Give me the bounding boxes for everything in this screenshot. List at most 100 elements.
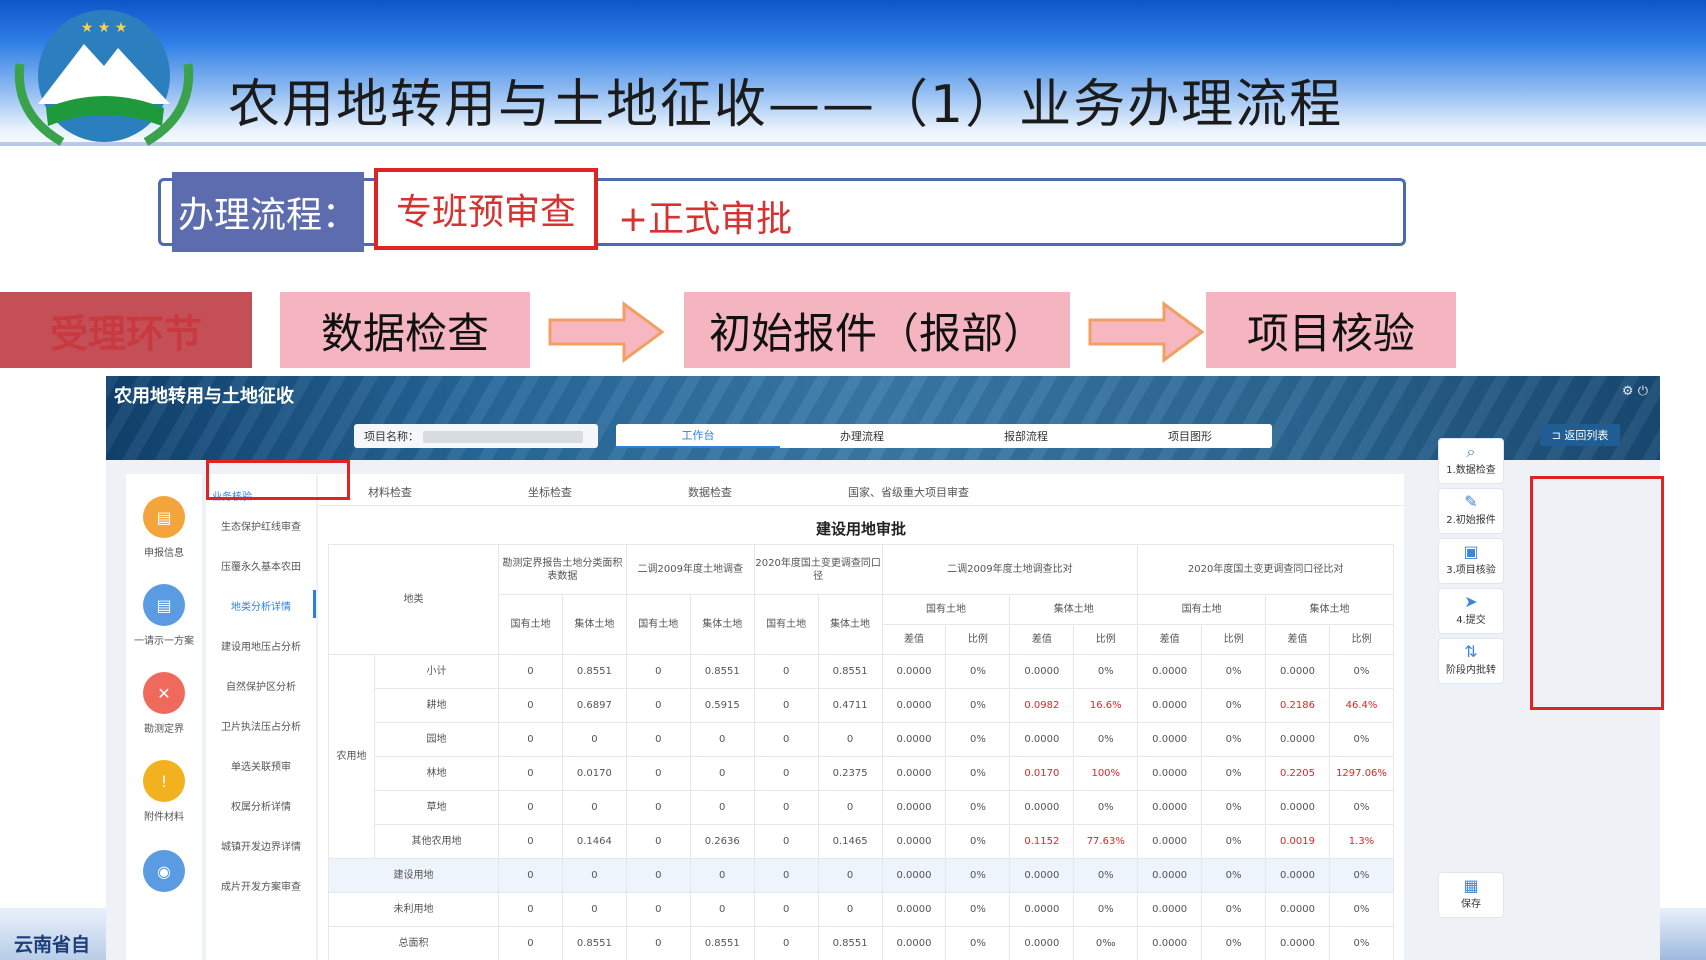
table-cell: 0.0982	[1009, 688, 1075, 723]
table-cell: 46.4%	[1328, 688, 1395, 723]
project-name-field[interactable]: 项目名称：	[354, 424, 598, 448]
sub-nav-item-active[interactable]: 地类分析详情	[206, 598, 316, 613]
rail-label: 阶段内批转	[1446, 665, 1496, 676]
sub-nav-item[interactable]: 成片开发方案审查	[206, 878, 316, 893]
submit-button[interactable]: ➤ 4.提交	[1438, 588, 1504, 634]
table-cell: 0%	[1201, 892, 1267, 927]
table-cell: 0.0000	[1009, 892, 1075, 927]
table-cell: 0	[817, 722, 883, 757]
table-cell: 0	[498, 926, 563, 960]
nav-item-survey-boundary[interactable]: ✕ 勘测定界	[126, 672, 202, 735]
sub-nav-item[interactable]: 单选关联预审	[206, 758, 316, 773]
table-cell: 0.8551	[689, 654, 755, 689]
table-cell: 0	[753, 756, 819, 791]
table-cell: 0.5915	[689, 688, 755, 723]
sub-tab-materials[interactable]: 材料检查	[368, 484, 412, 500]
sub-tab-coordinates[interactable]: 坐标检查	[528, 484, 572, 500]
sub-nav-item[interactable]: 权属分析详情	[206, 798, 316, 813]
table-cell: 0.0000	[1009, 926, 1075, 960]
tab-workbench[interactable]: 工作台	[616, 424, 780, 448]
sub-nav-item[interactable]: 自然保护区分析	[206, 678, 316, 693]
initial-submission-button[interactable]: ✎ 2.初始报件	[1438, 488, 1504, 534]
table-cell: 0%	[1201, 756, 1267, 791]
table-cell: 0.0000	[1009, 790, 1075, 825]
header-state: 国有土地	[1137, 594, 1267, 625]
table-cell: 0	[498, 654, 563, 689]
table-cell: 0.0000	[1009, 858, 1075, 893]
table-row: 未利用地 0 0 0 0 0 0 0.0000 0% 0.0000 0% 0.0000 0% 0.0000…	[328, 892, 1395, 927]
header-ratio: 比例	[945, 624, 1011, 655]
search-icon: ⌕	[1466, 442, 1476, 461]
table-cell: 0.0000	[1265, 926, 1330, 960]
table-cell: 0%	[1073, 790, 1139, 825]
table-row: 农用地 小计 0 0.8551 0 0.8551 0 0.8551 0.0000 0% 0.0000…	[328, 654, 1395, 859]
table-cell: 0	[625, 654, 691, 689]
row-subtype-label: 其他农用地	[374, 824, 499, 859]
table-cell: 0.2186	[1265, 688, 1330, 723]
table-cell: 0	[625, 688, 691, 723]
tab-project-graphics[interactable]: 项目图形	[1108, 424, 1272, 448]
settings-icon[interactable]: ⚙	[1622, 384, 1634, 399]
sub-nav-item[interactable]: 生态保护红线审查	[206, 518, 316, 533]
table-cell: 0	[689, 790, 755, 825]
table-cell: 0.0000	[881, 824, 947, 859]
table-cell: 0.0019	[1265, 824, 1330, 859]
header-survey-2009: 二调2009年度土地调查	[625, 544, 755, 595]
left-nav: ▤ 申报信息 ▤ 一请示一方案 ✕ 勘测定界 ! 附件材料 ◉	[126, 474, 202, 960]
table-cell: 0%	[1201, 722, 1267, 757]
stage-project-verification: 项目核验	[1206, 292, 1456, 368]
nav-item-database[interactable]: ◉	[126, 850, 202, 898]
project-verification-button[interactable]: ▣ 3.项目核验	[1438, 538, 1504, 584]
right-rail: ⌕ 1.数据检查 ✎ 2.初始报件 ▣ 3.项目核验 ➤ 4.提交 ⇅ 阶段内批…	[1430, 430, 1512, 960]
sub-nav-header[interactable]: 业务核验	[206, 488, 316, 503]
tab-report-process[interactable]: 报部流程	[944, 424, 1108, 448]
table-cell: 0.0000	[1137, 892, 1203, 927]
save-button[interactable]: ▦ 保存	[1438, 872, 1504, 918]
stage-transfer-button[interactable]: ⇅ 阶段内批转	[1438, 638, 1504, 684]
table-cell: 0%	[945, 790, 1011, 825]
table-cell: 0%	[945, 722, 1011, 757]
sub-nav-item[interactable]: 卫片执法压占分析	[206, 718, 316, 733]
table-cell: 0	[625, 926, 691, 960]
sub-tab-major-projects[interactable]: 国家、省级重大项目审查	[848, 484, 969, 500]
table-cell: 0.0000	[1137, 790, 1203, 825]
row-subtype-label: 林地	[374, 756, 499, 791]
table-cell: 0%	[945, 756, 1011, 791]
header-ratio: 比例	[1328, 624, 1395, 655]
sub-nav-item[interactable]: 建设用地压占分析	[206, 638, 316, 653]
table-cell: 0	[625, 756, 691, 791]
rail-label: 4.提交	[1456, 615, 1486, 626]
nav-item-request-plan[interactable]: ▤ 一请示一方案	[126, 584, 202, 647]
back-to-list-button[interactable]: ⊐ 返回列表	[1540, 424, 1620, 446]
power-icon[interactable]: ⏻	[1638, 384, 1648, 399]
table-title: 建设用地审批	[815, 520, 906, 538]
table-cell: 100%	[1073, 756, 1139, 791]
footer-org-text: 云南省自	[14, 934, 91, 956]
rail-label: 1.数据检查	[1446, 465, 1496, 476]
table-cell: 0	[625, 790, 691, 825]
sub-tab-data-check[interactable]: 数据检查	[688, 484, 732, 500]
table-cell: 0.8551	[561, 654, 627, 689]
table-cell: 0.8551	[817, 654, 883, 689]
row-subtype-label: 小计	[374, 654, 499, 689]
app-tabs: 工作台 办理流程 报部流程 项目图形	[616, 424, 1272, 448]
sub-nav-item[interactable]: 城镇开发边界详情	[206, 838, 316, 853]
table-row: 建设用地 0 0 0 0 0 0 0.0000 0% 0.0000 0% 0.0000 0% 0.0000…	[328, 858, 1395, 893]
table-cell: 0%	[1201, 824, 1267, 859]
sub-nav-item[interactable]: 压覆永久基本农田	[206, 558, 316, 573]
table-cell: 0.0000	[1137, 654, 1203, 689]
header-rule	[0, 142, 1706, 146]
tab-process[interactable]: 办理流程	[780, 424, 944, 448]
nav-item-attachments[interactable]: ! 附件材料	[126, 760, 202, 823]
header-diff: 差值	[1265, 624, 1330, 655]
table-cell: 0	[498, 722, 563, 757]
table-cell: 0	[753, 824, 819, 859]
data-check-button[interactable]: ⌕ 1.数据检查	[1438, 438, 1504, 484]
database-icon: ◉	[143, 850, 185, 892]
nav-label: 勘测定界	[144, 724, 184, 735]
header-diff: 差值	[1137, 624, 1203, 655]
table-cell: 0%	[1328, 790, 1395, 825]
stage-data-check: 数据检查	[280, 292, 530, 368]
nav-item-declaration[interactable]: ▤ 申报信息	[126, 496, 202, 559]
table-cell: 0.0000	[1009, 722, 1075, 757]
